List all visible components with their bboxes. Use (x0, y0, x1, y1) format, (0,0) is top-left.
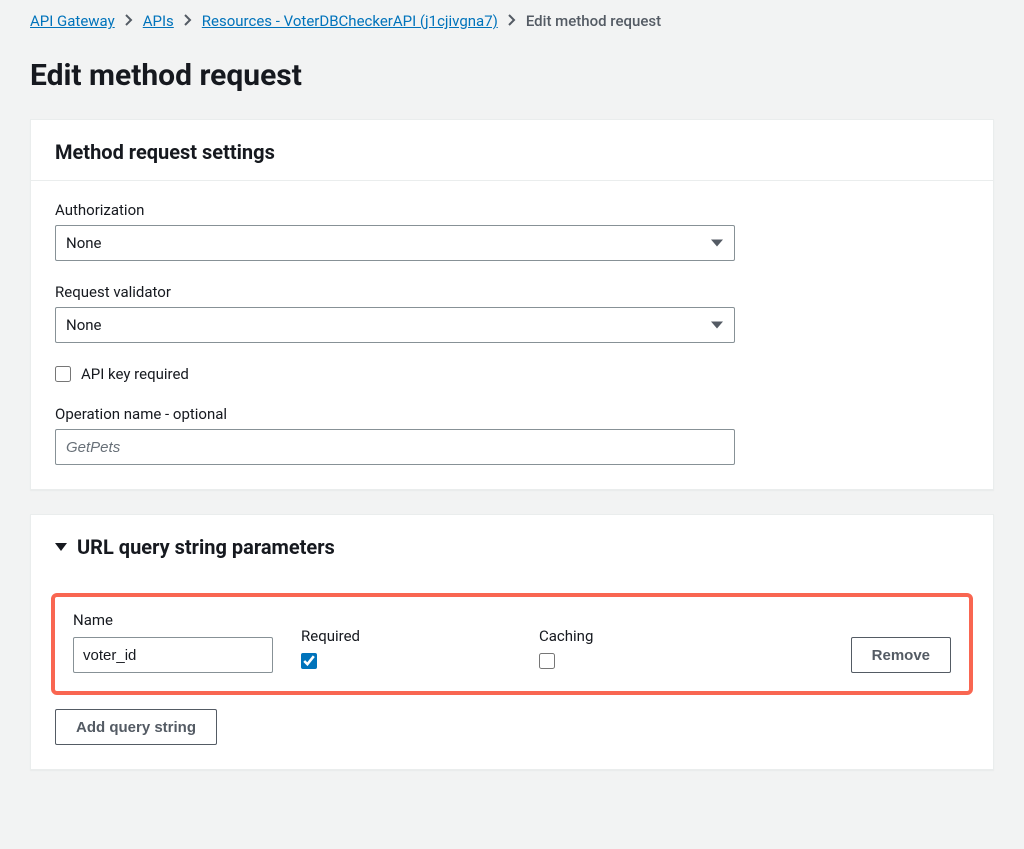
api-key-required-label: API key required (81, 365, 189, 383)
column-required-label: Required (301, 627, 531, 645)
chevron-right-icon (125, 14, 133, 29)
column-name-label: Name (73, 611, 293, 629)
breadcrumb-resources[interactable]: Resources - VoterDBCheckerAPI (j1cjivgna… (202, 12, 498, 30)
request-validator-select[interactable]: None (55, 307, 735, 343)
query-param-name-input[interactable] (73, 637, 273, 673)
method-request-settings-panel: Method request settings Authorization No… (30, 119, 994, 490)
add-query-string-button[interactable]: Add query string (55, 709, 217, 745)
authorization-value: None (66, 234, 102, 252)
chevron-right-icon (184, 14, 192, 29)
panel-header: Method request settings (31, 120, 993, 181)
query-params-header[interactable]: URL query string parameters (31, 515, 993, 567)
column-caching-label: Caching (539, 627, 769, 645)
query-params-heading: URL query string parameters (77, 535, 335, 559)
breadcrumb-apis[interactable]: APIs (143, 12, 174, 30)
request-validator-label: Request validator (55, 283, 969, 301)
operation-name-label: Operation name - optional (55, 405, 969, 423)
query-param-row-highlight: Name Required Caching Remove (51, 593, 973, 695)
url-query-string-panel: URL query string parameters Name Require… (30, 514, 994, 770)
api-key-required-row[interactable]: API key required (55, 365, 969, 383)
remove-button[interactable]: Remove (851, 637, 951, 673)
api-key-required-checkbox[interactable] (55, 366, 71, 382)
query-param-required-checkbox[interactable] (301, 653, 317, 669)
authorization-label: Authorization (55, 201, 969, 219)
breadcrumb-current: Edit method request (526, 12, 661, 30)
breadcrumb-api-gateway[interactable]: API Gateway (30, 12, 115, 30)
authorization-select[interactable]: None (55, 225, 735, 261)
request-validator-value: None (66, 316, 102, 334)
query-param-row: Name Required Caching Remove (73, 611, 951, 673)
settings-heading: Method request settings (55, 140, 969, 164)
page-title: Edit method request (30, 58, 994, 93)
breadcrumb: API Gateway APIs Resources - VoterDBChec… (30, 12, 994, 30)
caret-down-icon (55, 543, 67, 551)
query-param-caching-checkbox[interactable] (539, 653, 555, 669)
chevron-right-icon (508, 14, 516, 29)
operation-name-input[interactable] (55, 429, 735, 465)
